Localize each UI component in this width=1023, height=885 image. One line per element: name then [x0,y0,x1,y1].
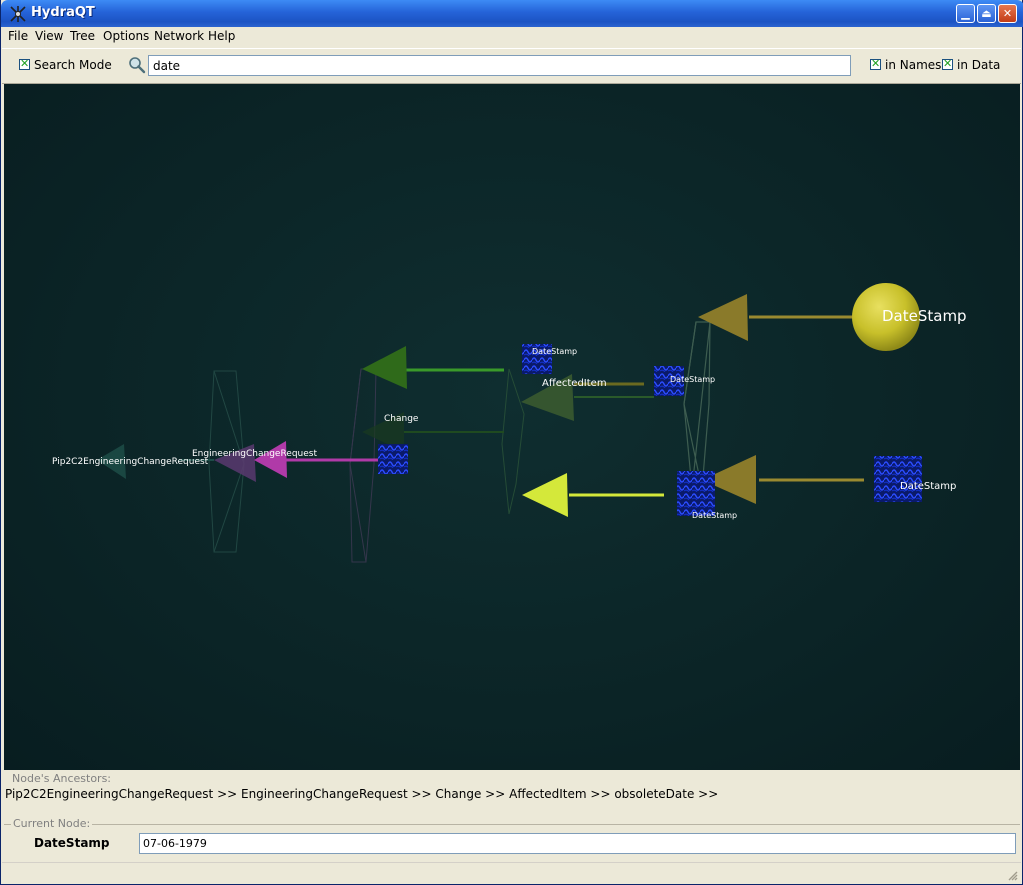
in-names-label[interactable]: in Names [885,58,941,72]
app-window: HydraQT ▁ ⏏ ✕ File View Tree Options Net… [0,0,1023,885]
menu-tree[interactable]: Tree [70,29,95,43]
node-cube-datestamp-c[interactable] [677,471,715,516]
search-mode-label[interactable]: Search Mode [34,58,112,72]
minimize-button[interactable]: ▁ [956,4,975,23]
wireframe-affected [501,368,525,515]
label-datestamp-big[interactable]: DateStamp [882,307,967,325]
title-bar[interactable]: HydraQT ▁ ⏏ ✕ [1,0,1023,27]
app-icon [10,6,26,22]
node-cube-datestamp-right[interactable] [874,456,922,502]
current-node-legend: Current Node: [11,817,93,830]
status-bar [2,862,1021,884]
restore-icon: ⏏ [981,7,992,20]
in-data-label[interactable]: in Data [957,58,1000,72]
label-ecr[interactable]: EngineeringChangeRequest [192,449,317,459]
search-input[interactable] [148,55,851,76]
label-root[interactable]: Pip2C2EngineeringChangeRequest [52,457,209,467]
label-affected[interactable]: AffectedItem [542,378,607,389]
ancestors-path: Pip2C2EngineeringChangeRequest >> Engine… [5,787,719,801]
node-cube-change[interactable] [378,444,408,474]
menu-options[interactable]: Options [103,29,149,43]
close-button[interactable]: ✕ [998,4,1017,23]
current-node-value-field[interactable] [139,833,1016,854]
menu-view[interactable]: View [35,29,63,43]
label-datestamp-b[interactable]: DateStamp [670,375,715,384]
minimize-icon: ▁ [961,7,970,20]
cone-olive-top [698,294,748,341]
menu-network[interactable]: Network [154,29,204,43]
menu-bar: File View Tree Options Network Help [1,27,1022,47]
maximize-button[interactable]: ⏏ [977,4,996,23]
in-data-checkbox[interactable] [942,57,953,70]
label-datestamp-c[interactable]: DateStamp [692,511,737,520]
graph-viewport[interactable]: Pip2C2EngineeringChangeRequest Engineeri… [4,84,1020,770]
in-names-checkbox[interactable] [870,57,881,70]
wireframe-right [683,321,711,490]
close-icon: ✕ [1002,7,1013,20]
menu-file[interactable]: File [8,29,28,43]
label-datestamp-right[interactable]: DateStamp [900,481,956,492]
resize-grip-icon[interactable] [1006,869,1018,881]
ancestors-legend: Node's Ancestors: [12,772,112,785]
cone-ecr-highlight [254,441,287,478]
label-datestamp-a[interactable]: DateStamp [532,347,577,356]
wireframe-change [349,368,377,563]
search-mode-checkbox[interactable] [19,57,30,70]
cone-change-green [362,346,407,389]
label-change[interactable]: Change [384,414,419,424]
cone-highlight [522,473,568,517]
search-icon [129,57,146,74]
hyperbolic-tree-graph[interactable]: Pip2C2EngineeringChangeRequest Engineeri… [4,84,1020,770]
current-node-name: DateStamp [34,836,110,850]
menu-help[interactable]: Help [208,29,235,43]
window-title: HydraQT [31,5,95,20]
